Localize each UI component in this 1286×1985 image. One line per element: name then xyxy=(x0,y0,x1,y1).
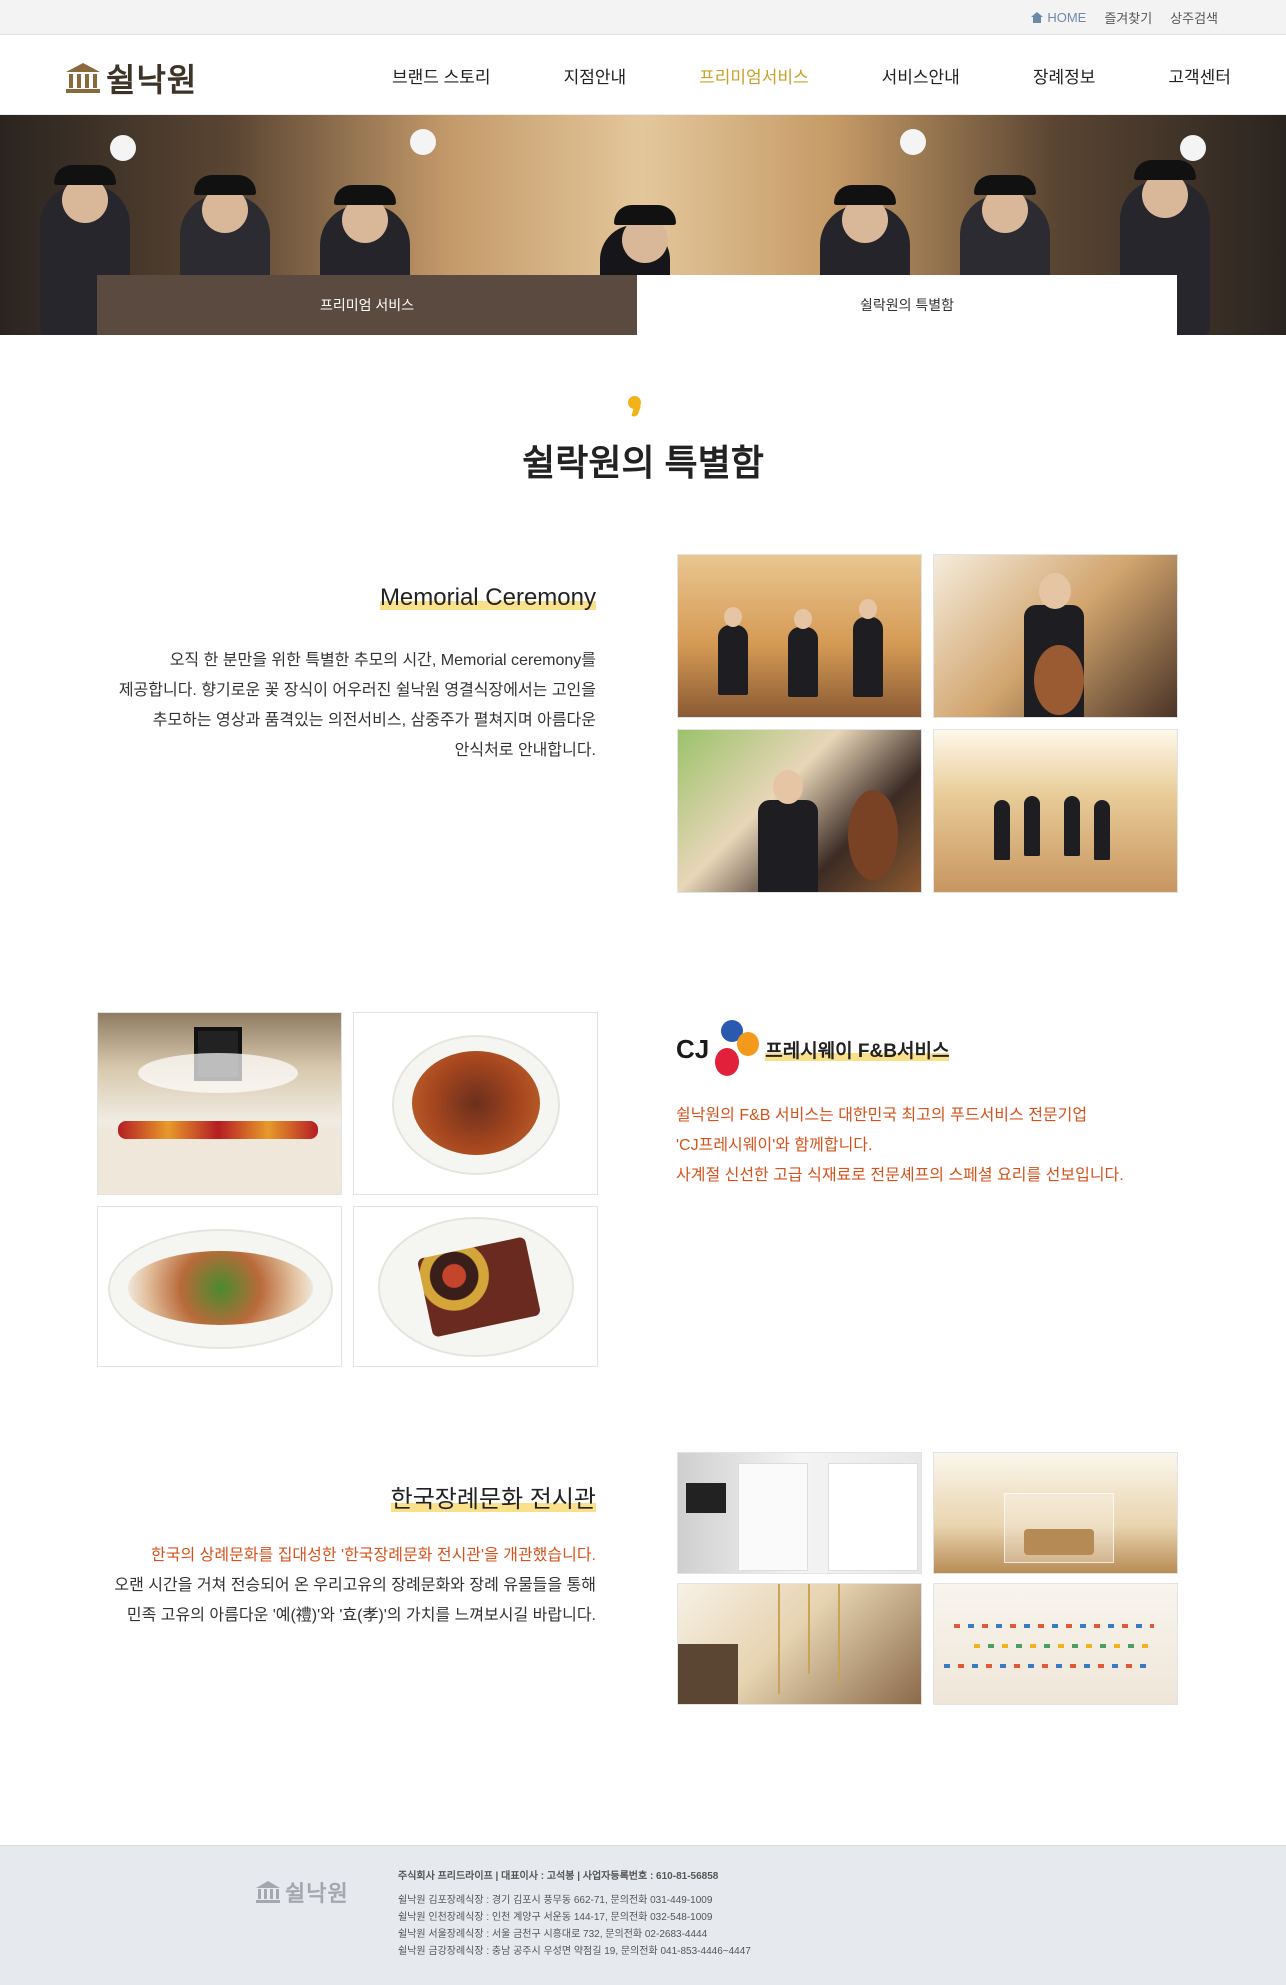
tab-premium-service[interactable]: 프리미엄 서비스 xyxy=(97,275,637,335)
hero-glove xyxy=(900,129,926,155)
fnb-photo-braised-dish xyxy=(353,1012,598,1195)
museum-photo-panels xyxy=(677,1452,922,1574)
home-label: HOME xyxy=(1047,10,1087,25)
logo-text: 쉴낙원 xyxy=(106,62,198,98)
pavilion-icon xyxy=(66,63,100,93)
footer-logo: 쉴낙원 xyxy=(256,1876,349,1908)
museum-line: 한국의 상례문화를 집대성한 '한국장례문화 전시관'을 개관했습니다. xyxy=(151,1547,596,1564)
memorial-photo-violinist xyxy=(677,729,922,893)
sub-tabs: 프리미엄 서비스 쉴락원의 특별함 xyxy=(97,275,1177,335)
footer-company-info: 주식회사 프리드라이프 | 대표이사 : 고석봉 | 사업자등록번호 : 610… xyxy=(398,1871,719,1882)
cj-logo-icon xyxy=(711,1018,760,1080)
memorial-line: 안식처로 안내합니다. xyxy=(454,742,596,759)
museum-line: 민족 고유의 아름다운 '예(禮)'와 '효(孝)'의 가치를 느껴보시길 바랍… xyxy=(126,1607,596,1624)
nav-brand-story[interactable]: 브랜드 스토리 xyxy=(392,63,491,88)
nav-premium-service[interactable]: 프리미엄서비스 xyxy=(699,63,808,88)
museum-description: 한국의 상례문화를 집대성한 '한국장례문화 전시관'을 개관했습니다. 오랜 … xyxy=(114,1541,596,1631)
home-link[interactable]: HOME xyxy=(1031,10,1086,25)
museum-photo-relic-case xyxy=(933,1452,1178,1574)
cj-freshway-brand: CJ 프레시웨이 F&B서비스 xyxy=(676,1018,950,1080)
nav-funeral-info[interactable]: 장례정보 xyxy=(1033,63,1096,88)
footer-branch: 쉴낙원 금강장례식장 : 충남 공주시 우성면 약점길 19, 문의전화 041… xyxy=(398,1946,751,1957)
memorial-line: 오직 한 분만을 위한 특별한 추모의 시간, Memorial ceremon… xyxy=(169,652,596,669)
fnb-heading: 프레시웨이 F&B서비스 xyxy=(765,1036,950,1063)
site-header: 쉴낙원 브랜드 스토리 지점안내 프리미엄서비스 서비스안내 장례정보 고객센터 xyxy=(0,35,1286,115)
museum-heading-text: 한국장례문화 전시관 xyxy=(390,1486,596,1513)
museum-photo-timeline-wall xyxy=(933,1583,1178,1705)
main-nav: 브랜드 스토리 지점안내 프리미엄서비스 서비스안내 장례정보 고객센터 xyxy=(392,35,1231,115)
fnb-photo-rice-cake xyxy=(353,1206,598,1367)
museum-photo-chandelier xyxy=(677,1583,922,1705)
footer-info: 주식회사 프리드라이프 | 대표이사 : 고석봉 | 사업자등록번호 : 610… xyxy=(398,1868,751,1960)
memorial-heading-text: Memorial Ceremony xyxy=(379,584,596,611)
fnb-description: 쉴낙원의 F&B 서비스는 대한민국 최고의 푸드서비스 전문기업 'CJ프레시… xyxy=(676,1101,1124,1191)
tab-special[interactable]: 쉴락원의 특별함 xyxy=(637,275,1177,335)
favorites-link[interactable]: 즐겨찾기 xyxy=(1104,8,1152,27)
hero-glove xyxy=(110,135,136,161)
cj-logo-text: CJ xyxy=(676,1033,710,1064)
fnb-photo-altar xyxy=(97,1012,342,1195)
nav-service-info[interactable]: 서비스안내 xyxy=(882,63,960,88)
site-logo[interactable]: 쉴낙원 xyxy=(66,55,197,101)
fnb-line: 'CJ프레시웨이'와 함께합니다. xyxy=(676,1137,873,1154)
memorial-line: 제공합니다. 향기로운 꽃 장식이 어우러진 쉴낙원 영결식장에서는 고인을 xyxy=(118,682,596,699)
nav-customer-center[interactable]: 고객센터 xyxy=(1168,63,1231,88)
site-footer: 쉴낙원 주식회사 프리드라이프 | 대표이사 : 고석봉 | 사업자등록번호 :… xyxy=(0,1845,1286,1985)
fnb-line: 사계절 신선한 고급 식재료로 전문셰프의 스페셜 요리를 선보입니다. xyxy=(676,1167,1124,1184)
museum-heading: 한국장례문화 전시관 xyxy=(390,1479,597,1514)
fnb-line: 쉴낙원의 F&B 서비스는 대한민국 최고의 푸드서비스 전문기업 xyxy=(676,1107,1088,1124)
pavilion-icon xyxy=(256,1881,280,1903)
memorial-photo-trio xyxy=(677,554,922,718)
top-utility-bar: HOME 즐겨찾기 상주검색 xyxy=(0,0,1286,35)
footer-logo-text: 쉴낙원 xyxy=(285,1881,349,1906)
memorial-photo-cellist xyxy=(933,554,1178,718)
nav-branches[interactable]: 지점안내 xyxy=(564,63,627,88)
page-title: 쉴락원의 특별함 xyxy=(522,442,764,483)
memorial-photo-honor-guard xyxy=(933,729,1178,893)
comma-mark-icon xyxy=(628,396,642,418)
fnb-photo-bossam xyxy=(97,1206,342,1367)
utility-links: HOME 즐겨찾기 상주검색 xyxy=(1031,0,1218,35)
museum-line: 오랜 시간을 거쳐 전승되어 온 우리고유의 장례문화와 장례 유물들을 통해 xyxy=(114,1577,596,1594)
hero-banner: 프리미엄 서비스 쉴락원의 특별함 xyxy=(0,115,1286,335)
footer-branch: 쉴낙원 서울장례식장 : 서울 금천구 시흥대로 732, 문의전화 02-26… xyxy=(398,1929,708,1940)
hero-glove xyxy=(410,129,436,155)
mourner-search-link[interactable]: 상주검색 xyxy=(1170,8,1218,27)
memorial-description: 오직 한 분만을 위한 특별한 추모의 시간, Memorial ceremon… xyxy=(119,646,596,766)
footer-branch: 쉴낙원 김포장례식장 : 경기 김포시 풍무동 662-71, 문의전화 031… xyxy=(398,1895,713,1906)
memorial-heading: Memorial Ceremony xyxy=(379,584,597,612)
memorial-line: 추모하는 영상과 품격있는 의전서비스, 삼중주가 펼쳐지며 아름다운 xyxy=(152,712,596,729)
hero-glove xyxy=(1180,135,1206,161)
home-icon xyxy=(1031,12,1044,23)
fnb-heading-text: 프레시웨이 F&B서비스 xyxy=(765,1040,950,1062)
footer-branch: 쉴낙원 인천장례식장 : 인천 계양구 서운동 144-17, 문의전화 032… xyxy=(398,1912,713,1923)
